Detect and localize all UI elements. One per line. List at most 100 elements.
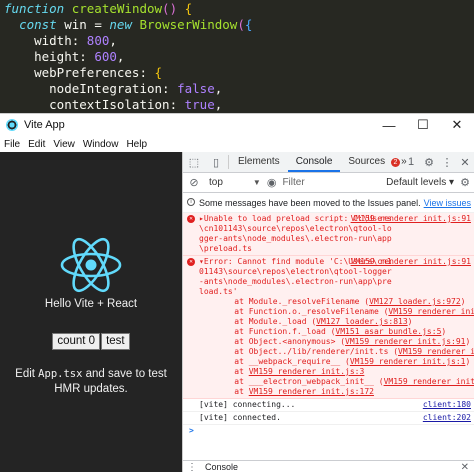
stack-frame-text: at Function.f._load ( xyxy=(215,327,336,336)
stack-frame-link[interactable]: VM159 renderer init.js:3 xyxy=(249,367,365,376)
error-count: 1 xyxy=(407,156,415,168)
error-source-link[interactable]: VM159 renderer init.js:91 xyxy=(351,257,471,267)
stack-frame-text: at __webpack_require__ ( xyxy=(215,357,350,366)
devtools-tabbar: ⬚ ▯ Elements Console Sources » 21 ⚙ ⋮ ✕ xyxy=(183,152,474,173)
error-icon: ✕ xyxy=(187,258,195,266)
tab-elements[interactable]: Elements xyxy=(230,152,288,172)
settings-gear-icon[interactable]: ⚙ xyxy=(420,156,438,169)
stack-frame-link[interactable]: VM151 asar bundle.js:5 xyxy=(335,327,441,336)
react-logo-icon xyxy=(60,237,122,293)
code-token: , xyxy=(109,33,117,48)
log-levels-dropdown[interactable]: Default levels ▾ xyxy=(386,177,454,188)
error-icon: ✕ xyxy=(187,215,195,223)
stack-frame-link[interactable]: VM127 loader.js:972 xyxy=(369,297,461,306)
code-token: , xyxy=(214,81,223,96)
close-button[interactable]: ✕ xyxy=(440,114,474,136)
clear-console-icon[interactable]: ⊘ xyxy=(183,173,205,193)
menu-edit[interactable]: Edit xyxy=(28,139,45,150)
code-token: nodeIntegration: xyxy=(4,81,178,96)
edit-hint-file: App.tsx xyxy=(38,368,83,380)
stack-frame: at Module._resolveFilename (VM127 loader… xyxy=(199,297,471,307)
code-line: function createWindow() { xyxy=(4,1,474,17)
stack-frame-text: at Object.<anonymous> ( xyxy=(215,337,346,346)
drawer-menu-icon[interactable]: ⋮ xyxy=(187,462,197,472)
context-selector[interactable]: top xyxy=(209,177,223,188)
stack-frame-text: at Module._resolveFilename ( xyxy=(215,297,370,306)
code-line: contextIsolation: true, xyxy=(4,97,474,113)
stack-frame-text: at Module._load ( xyxy=(215,317,317,326)
code-token: width: xyxy=(4,33,87,48)
count-button[interactable]: count 0 xyxy=(52,333,101,350)
code-token: BrowserWindow xyxy=(139,17,238,32)
more-options-icon[interactable]: ⋮ xyxy=(438,156,456,169)
code-token: contextIsolation: xyxy=(4,97,185,112)
code-token: height: xyxy=(4,49,95,64)
code-line: const win = new BrowserWindow({ xyxy=(4,17,474,33)
title-bar[interactable]: Vite App — ☐ ✕ xyxy=(0,114,474,136)
error-counter[interactable]: 21 xyxy=(391,156,420,168)
menu-window[interactable]: Window xyxy=(83,139,119,150)
code-token: function xyxy=(4,1,72,16)
console-prompt[interactable]: > xyxy=(183,425,474,437)
menu-help[interactable]: Help xyxy=(126,139,147,150)
log-message: [vite] connected. xyxy=(199,413,281,422)
drawer-tab-console[interactable]: Console xyxy=(205,462,238,472)
stack-frame-close: ) xyxy=(465,357,471,366)
devtools-panel: ⬚ ▯ Elements Console Sources » 21 ⚙ ⋮ ✕ … xyxy=(182,152,474,472)
tab-console[interactable]: Console xyxy=(287,152,341,172)
console-toolbar: ⊘ top ▼ ◉ Filter Default levels ▾ ⚙ xyxy=(183,173,474,193)
code-token: , xyxy=(214,97,223,112)
code-token: = xyxy=(94,17,110,32)
console-info-row: i Some messages have been moved to the I… xyxy=(183,194,474,213)
stack-frame-close: ) xyxy=(407,317,413,326)
stack-frame-close: ) xyxy=(441,327,447,336)
maximize-button[interactable]: ☐ xyxy=(406,114,440,136)
info-message: Some messages have been moved to the Iss… xyxy=(199,198,421,208)
stack-frame-link[interactable]: VM127 loader.js:813 xyxy=(316,317,408,326)
stack-frame-link[interactable]: VM159 renderer init.js:91 xyxy=(388,307,474,316)
log-source-link[interactable]: client:180 xyxy=(423,400,471,410)
stack-frame: at VM159 renderer init.js:3 xyxy=(199,367,471,377)
code-token: false xyxy=(177,81,215,96)
stack-frame: at __webpack_require__ (VM159 renderer i… xyxy=(199,357,471,367)
code-token: 600 xyxy=(94,49,117,64)
chevron-down-icon[interactable]: ▼ xyxy=(253,178,261,187)
stack-frame-link[interactable]: VM159 renderer init.js:1 xyxy=(350,357,466,366)
console-log-row: [vite] connecting... client:180 xyxy=(183,399,474,412)
device-toolbar-icon[interactable]: ▯ xyxy=(205,152,227,172)
stack-frame: at Module._load (VM127 loader.js:813) xyxy=(199,317,471,327)
minimize-button[interactable]: — xyxy=(372,114,406,136)
stack-frame: at Object.<anonymous> (VM159 renderer in… xyxy=(199,337,471,347)
inspect-element-icon[interactable]: ⬚ xyxy=(183,152,205,172)
electron-window: Vite App — ☐ ✕ File Edit View Window Hel… xyxy=(0,113,474,472)
console-settings-icon[interactable]: ⚙ xyxy=(460,176,470,189)
stack-frame-text: at xyxy=(215,367,249,376)
view-issues-link[interactable]: View issues xyxy=(424,197,471,209)
close-devtools-icon[interactable]: ✕ xyxy=(456,156,474,169)
console-error-row: ✕ VM159 renderer init.js:91 ▾Error: Cann… xyxy=(183,256,474,399)
code-editor: function createWindow() { const win = ne… xyxy=(0,0,474,113)
stack-frame: at Function.f._load (VM151 asar bundle.j… xyxy=(199,327,471,337)
console-output: i Some messages have been moved to the I… xyxy=(183,194,474,460)
tab-sources[interactable]: Sources xyxy=(340,152,393,172)
code-token: webPreferences: xyxy=(4,65,155,80)
app-view: Hello Vite + React count 0 test Edit App… xyxy=(0,152,182,472)
eye-icon[interactable]: ◉ xyxy=(267,176,277,189)
code-token: { xyxy=(244,17,253,32)
log-source-link[interactable]: client:202 xyxy=(423,413,471,423)
error-source-link[interactable]: VM159 renderer init.js:91 xyxy=(351,214,471,224)
error-stack: at Module._resolveFilename (VM127 loader… xyxy=(199,297,474,397)
stack-frame-text: at ___electron_webpack_init__ ( xyxy=(215,377,384,386)
menu-file[interactable]: File xyxy=(4,139,20,150)
test-button[interactable]: test xyxy=(101,333,130,350)
filter-input[interactable]: Filter xyxy=(282,177,352,188)
code-line: nodeIntegration: false, xyxy=(4,81,474,97)
stack-frame-link[interactable]: VM159 renderer init.js:3 xyxy=(384,377,474,386)
stack-frame-link[interactable]: VM159 renderer init.js:172 xyxy=(249,387,374,396)
stack-frame-link[interactable]: VM159 renderer init.js:91 xyxy=(345,337,465,346)
code-token: true xyxy=(184,97,215,112)
menu-view[interactable]: View xyxy=(53,139,75,150)
close-drawer-icon[interactable]: ✕ xyxy=(461,462,469,472)
stack-frame-link[interactable]: VM159 renderer init.js:91 xyxy=(398,347,474,356)
